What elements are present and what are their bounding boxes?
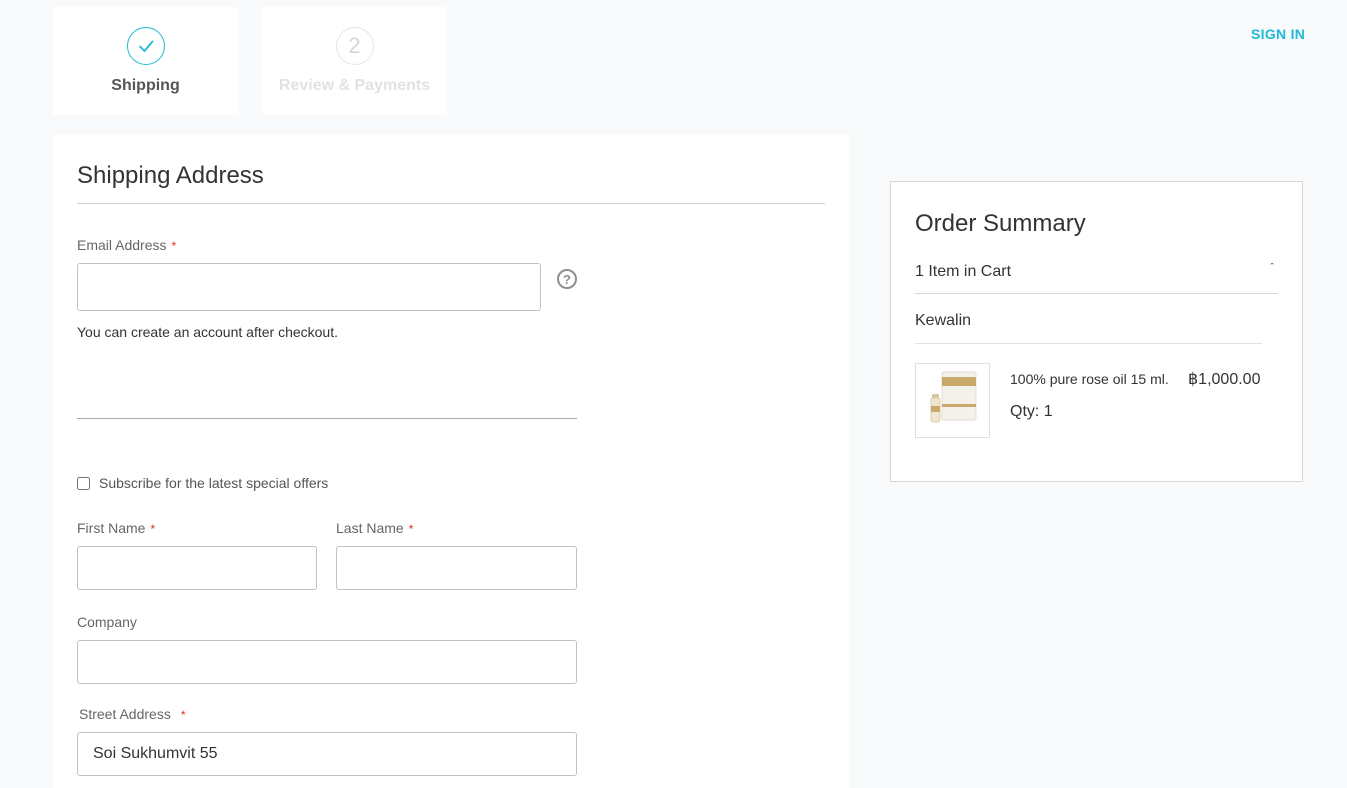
divider — [77, 418, 577, 419]
progress-step-shipping[interactable]: Shipping — [53, 7, 238, 115]
cart-items-toggle[interactable]: 1 Item in Cart ˆ — [915, 254, 1278, 294]
product-image[interactable] — [915, 363, 990, 438]
last-name-input[interactable] — [336, 546, 577, 590]
order-summary: Order Summary 1 Item in Cart ˆ Kewalin 1… — [890, 181, 1303, 482]
subscribe-checkbox[interactable] — [77, 476, 90, 490]
progress-step-label: Review & Payments — [278, 77, 431, 94]
email-note: You can create an account after checkout… — [77, 324, 338, 340]
product-quantity: Qty: 1 — [1010, 403, 1053, 420]
company-input[interactable] — [77, 640, 577, 684]
seller-name: Kewalin — [915, 312, 972, 329]
required-asterisk: * — [408, 522, 414, 536]
items-in-cart-count: 1 Item in Cart — [915, 263, 1012, 280]
subscribe-option[interactable]: Subscribe for the latest special offers — [77, 475, 328, 491]
step-number: 2 — [335, 27, 374, 65]
street-address-label: Street Address * — [79, 706, 186, 722]
divider — [77, 203, 825, 204]
required-asterisk: * — [150, 522, 156, 536]
required-asterisk: * — [171, 239, 177, 253]
progress-step-review-payments: 2 Review & Payments — [262, 7, 447, 115]
first-name-label: First Name * — [77, 520, 156, 536]
sign-in-link[interactable]: SIGN IN — [1251, 26, 1305, 42]
check-icon — [126, 27, 165, 65]
email-label: Email Address * — [77, 237, 177, 253]
section-title: Shipping Address — [77, 162, 264, 189]
subscribe-label: Subscribe for the latest special offers — [99, 475, 329, 491]
product-price: ฿1,000.00 — [1188, 371, 1261, 388]
last-name-label: Last Name * — [336, 520, 414, 536]
divider — [915, 343, 1262, 344]
order-summary-title: Order Summary — [915, 210, 1086, 237]
question-circle-icon[interactable]: ? — [557, 269, 577, 289]
company-label: Company — [77, 614, 137, 630]
progress-step-label: Shipping — [111, 77, 180, 94]
shipping-address-panel: Shipping Address Email Address * ? You ca… — [53, 135, 849, 788]
first-name-input[interactable] — [77, 546, 317, 590]
chevron-up-icon: ˆ — [1270, 262, 1274, 274]
email-input[interactable] — [77, 263, 541, 311]
product-name[interactable]: 100% pure rose oil 15 ml. — [1010, 371, 1169, 387]
street-address-input[interactable] — [77, 732, 577, 776]
required-asterisk: * — [180, 708, 186, 722]
